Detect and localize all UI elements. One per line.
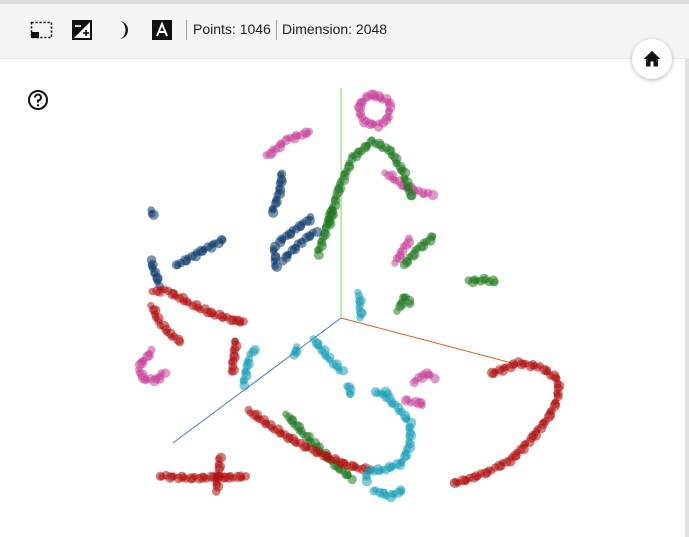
data-point[interactable] bbox=[383, 389, 393, 399]
data-point[interactable] bbox=[313, 250, 324, 260]
data-point[interactable] bbox=[346, 390, 355, 399]
scrollbar[interactable] bbox=[685, 59, 689, 537]
data-point[interactable] bbox=[312, 226, 323, 237]
data-point[interactable] bbox=[449, 477, 460, 489]
data-point[interactable] bbox=[268, 207, 279, 218]
data-point[interactable] bbox=[397, 487, 406, 495]
embedding-projection-canvas[interactable] bbox=[0, 59, 685, 537]
data-point[interactable] bbox=[430, 373, 440, 384]
toolbar: Points: 1046 Dimension: 2048 bbox=[0, 4, 689, 59]
contrast-icon[interactable] bbox=[69, 17, 95, 43]
data-point[interactable] bbox=[211, 487, 221, 496]
night-mode-icon[interactable] bbox=[109, 17, 135, 43]
cluster-navy bbox=[171, 234, 227, 270]
cluster-cyan bbox=[369, 485, 406, 503]
data-point[interactable] bbox=[404, 234, 413, 243]
cluster-green bbox=[393, 293, 415, 315]
cluster-magenta bbox=[409, 368, 440, 388]
cluster-magenta bbox=[134, 345, 171, 387]
cluster-red bbox=[449, 357, 565, 489]
data-point[interactable] bbox=[239, 380, 250, 391]
data-point[interactable] bbox=[406, 191, 416, 201]
cluster-navy bbox=[147, 206, 159, 220]
cluster-magenta bbox=[262, 127, 314, 160]
cluster-green bbox=[282, 410, 357, 485]
cluster-green bbox=[464, 273, 499, 288]
data-point[interactable] bbox=[369, 89, 379, 100]
cluster-cyan bbox=[354, 288, 367, 322]
cluster-magenta bbox=[353, 89, 396, 132]
cluster-cyan bbox=[370, 386, 393, 399]
dimension-label: Dimension: 2048 bbox=[282, 21, 388, 37]
cluster-cyan bbox=[343, 382, 356, 399]
data-point[interactable] bbox=[241, 472, 251, 481]
labels-icon[interactable] bbox=[149, 17, 175, 43]
points-count: Points: 1046 bbox=[193, 21, 271, 37]
data-point[interactable] bbox=[306, 213, 315, 221]
data-point[interactable] bbox=[305, 127, 314, 136]
data-point[interactable] bbox=[356, 313, 364, 322]
toolbar-separator bbox=[276, 20, 277, 40]
data-point[interactable] bbox=[293, 343, 301, 351]
data-point[interactable] bbox=[148, 209, 159, 220]
data-point[interactable] bbox=[361, 476, 373, 487]
data-point[interactable] bbox=[218, 236, 227, 244]
cluster-red bbox=[148, 285, 248, 327]
data-point[interactable] bbox=[405, 299, 415, 309]
cluster-magenta bbox=[400, 395, 426, 409]
toolbar-separator bbox=[186, 20, 187, 40]
cluster-green bbox=[325, 136, 417, 230]
cluster-red bbox=[155, 470, 251, 484]
data-point[interactable] bbox=[490, 278, 499, 287]
data-point[interactable] bbox=[175, 337, 185, 347]
data-point[interactable] bbox=[427, 189, 439, 201]
data-point[interactable] bbox=[418, 401, 426, 409]
cluster-cyan bbox=[309, 335, 349, 376]
data-point[interactable] bbox=[239, 317, 248, 326]
selection-icon[interactable] bbox=[29, 17, 55, 43]
x-axis-line bbox=[340, 317, 513, 364]
cluster-red bbox=[147, 301, 185, 347]
cluster-cyan bbox=[239, 344, 260, 391]
data-point[interactable] bbox=[429, 233, 437, 241]
cluster-navy bbox=[268, 169, 287, 218]
data-point[interactable] bbox=[338, 365, 349, 376]
cluster-navy bbox=[146, 255, 164, 291]
data-point[interactable] bbox=[347, 474, 357, 485]
data-point[interactable] bbox=[160, 368, 171, 378]
cluster-cyan bbox=[289, 343, 302, 360]
data-point[interactable] bbox=[227, 367, 236, 376]
cluster-red bbox=[227, 337, 242, 376]
